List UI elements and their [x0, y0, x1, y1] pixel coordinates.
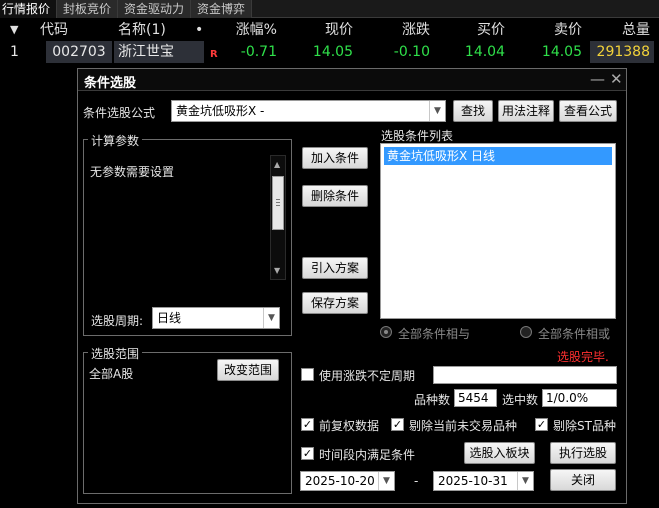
row-change-pct: -0.71 [240, 44, 277, 60]
quote-table-header: ▼ 代码 名称(1) • 涨幅% 现价 涨跌 买价 卖价 总量 [0, 19, 659, 41]
scroll-up-icon[interactable]: ▲ [274, 160, 280, 169]
minimize-icon[interactable]: — [590, 70, 605, 88]
header-bid[interactable]: 买价 [455, 19, 505, 41]
row-price: 14.05 [312, 44, 353, 60]
exclude-untraded-label: 剔除当前未交易品种 [409, 419, 518, 433]
row-change: -0.10 [393, 44, 430, 60]
all-or-label: 全部条件相或 [538, 327, 611, 341]
period-label: 选股周期: [91, 314, 144, 328]
tab-bar: 行情报价 封板竞价 资金驱动力 资金博弈 [0, 0, 659, 18]
use-variable-period-label: 使用涨跌不定周期 [319, 369, 416, 383]
header-change-pct[interactable]: 涨幅% [215, 19, 277, 41]
exclude-untraded-checkbox[interactable]: ✓ [391, 418, 404, 431]
header-change[interactable]: 涨跌 [370, 19, 430, 41]
all-or-radio[interactable] [520, 326, 532, 338]
end-date-picker[interactable]: 2025-10-31 ▼ [433, 471, 534, 491]
row-bid: 14.04 [464, 44, 505, 60]
header-marker[interactable]: • [195, 19, 205, 41]
header-code[interactable]: 代码 [40, 19, 84, 41]
find-button[interactable]: 查找 [453, 100, 493, 122]
count-field: 5454 [454, 389, 497, 407]
tab-label: 封板竞价 [63, 2, 112, 16]
count-label: 品种数 [414, 393, 451, 407]
stock-screener-dialog: 条件选股 — ✕ 条件选股公式 黄金坑低吸形X - ▼ 查找 用法注释 查看公式… [77, 68, 627, 504]
tab-fund-game[interactable]: 资金博弈 [191, 0, 253, 18]
adjusted-data-label: 前复权数据 [319, 419, 380, 433]
row-index: 1 [10, 44, 19, 60]
status-text: 选股完毕. [557, 350, 609, 364]
usage-notes-button[interactable]: 用法注释 [498, 100, 554, 122]
add-condition-button[interactable]: 加入条件 [302, 147, 368, 169]
scrollbar-thumb[interactable] [272, 176, 284, 230]
params-text: 无参数需要设置 [90, 165, 175, 179]
selected-field: 1/0.0% [542, 389, 617, 407]
row-volume: 291388 [590, 41, 654, 63]
table-row[interactable]: 1 002703 浙江世宝 R -0.71 14.05 -0.10 14.04 … [0, 41, 659, 63]
dialog-title: 条件选股 [84, 76, 137, 91]
list-item[interactable]: 黄金坑低吸形X 日线 [384, 147, 612, 165]
change-scope-button[interactable]: 改变范围 [217, 359, 279, 381]
adjusted-data-checkbox[interactable]: ✓ [301, 418, 314, 431]
variable-period-field[interactable] [433, 366, 617, 384]
exclude-st-checkbox[interactable]: ✓ [535, 418, 548, 431]
all-and-radio[interactable] [380, 326, 392, 338]
date-separator: - [414, 474, 419, 488]
header-ask[interactable]: 卖价 [530, 19, 582, 41]
scope-group-title: 选股范围 [88, 345, 143, 362]
chevron-down-icon[interactable]: ▼ [263, 308, 279, 328]
scroll-down-icon[interactable]: ▼ [274, 266, 280, 275]
dialog-titlebar[interactable]: 条件选股 — ✕ [78, 69, 626, 91]
import-plan-button[interactable]: 引入方案 [302, 257, 368, 279]
tab-quotes[interactable]: 行情报价 [0, 0, 58, 18]
formula-label: 条件选股公式 [83, 106, 156, 120]
view-formula-button[interactable]: 查看公式 [559, 100, 617, 122]
add-to-board-button[interactable]: 选股入板块 [464, 442, 535, 464]
row-ask: 14.05 [541, 44, 582, 60]
header-price[interactable]: 现价 [300, 19, 353, 41]
selected-label: 选中数 [502, 393, 539, 407]
close-icon[interactable]: ✕ [610, 70, 623, 88]
tab-label: 资金博弈 [197, 2, 246, 16]
formula-value: 黄金坑低吸形X - [176, 104, 265, 118]
params-scrollbar[interactable]: ▲ ▼ [270, 155, 286, 280]
formula-select[interactable]: 黄金坑低吸形X - ▼ [171, 100, 446, 122]
header-name[interactable]: 名称(1) [118, 19, 193, 41]
period-value: 日线 [157, 311, 182, 325]
exclude-st-label: 剔除ST品种 [553, 419, 616, 433]
time-range-label: 时间段内满足条件 [319, 448, 416, 462]
scope-value: 全部A股 [89, 367, 134, 381]
save-plan-button[interactable]: 保存方案 [302, 292, 368, 314]
time-range-checkbox[interactable]: ✓ [301, 447, 314, 460]
close-button[interactable]: 关闭 [550, 469, 616, 491]
conditions-list-label: 选股条件列表 [381, 129, 454, 143]
tab-label: 资金驱动力 [124, 2, 185, 16]
chevron-down-icon[interactable]: ▼ [378, 472, 394, 490]
conditions-list[interactable]: 黄金坑低吸形X 日线 [380, 143, 616, 319]
row-name: 浙江世宝 [114, 41, 204, 63]
sort-down-icon[interactable]: ▼ [10, 19, 24, 41]
start-date-value: 2025-10-20 [305, 474, 375, 488]
chevron-down-icon[interactable]: ▼ [517, 472, 533, 490]
period-select[interactable]: 日线 ▼ [152, 307, 280, 329]
row-code: 002703 [46, 41, 112, 63]
start-date-picker[interactable]: 2025-10-20 ▼ [300, 471, 395, 491]
end-date-value: 2025-10-31 [438, 474, 508, 488]
execute-screen-button[interactable]: 执行选股 [550, 442, 616, 464]
tab-fund-drive[interactable]: 资金驱动力 [118, 0, 192, 18]
params-group-title: 计算参数 [88, 132, 143, 149]
use-variable-period-checkbox[interactable] [301, 368, 314, 381]
condition-item-label: 黄金坑低吸形X 日线 [387, 149, 496, 163]
delete-condition-button[interactable]: 删除条件 [302, 185, 368, 207]
header-volume[interactable]: 总量 [600, 19, 650, 41]
all-and-label: 全部条件相与 [398, 327, 471, 341]
chevron-down-icon[interactable]: ▼ [429, 101, 445, 121]
tab-label: 行情报价 [2, 2, 51, 16]
tab-auction[interactable]: 封板竞价 [57, 0, 119, 18]
